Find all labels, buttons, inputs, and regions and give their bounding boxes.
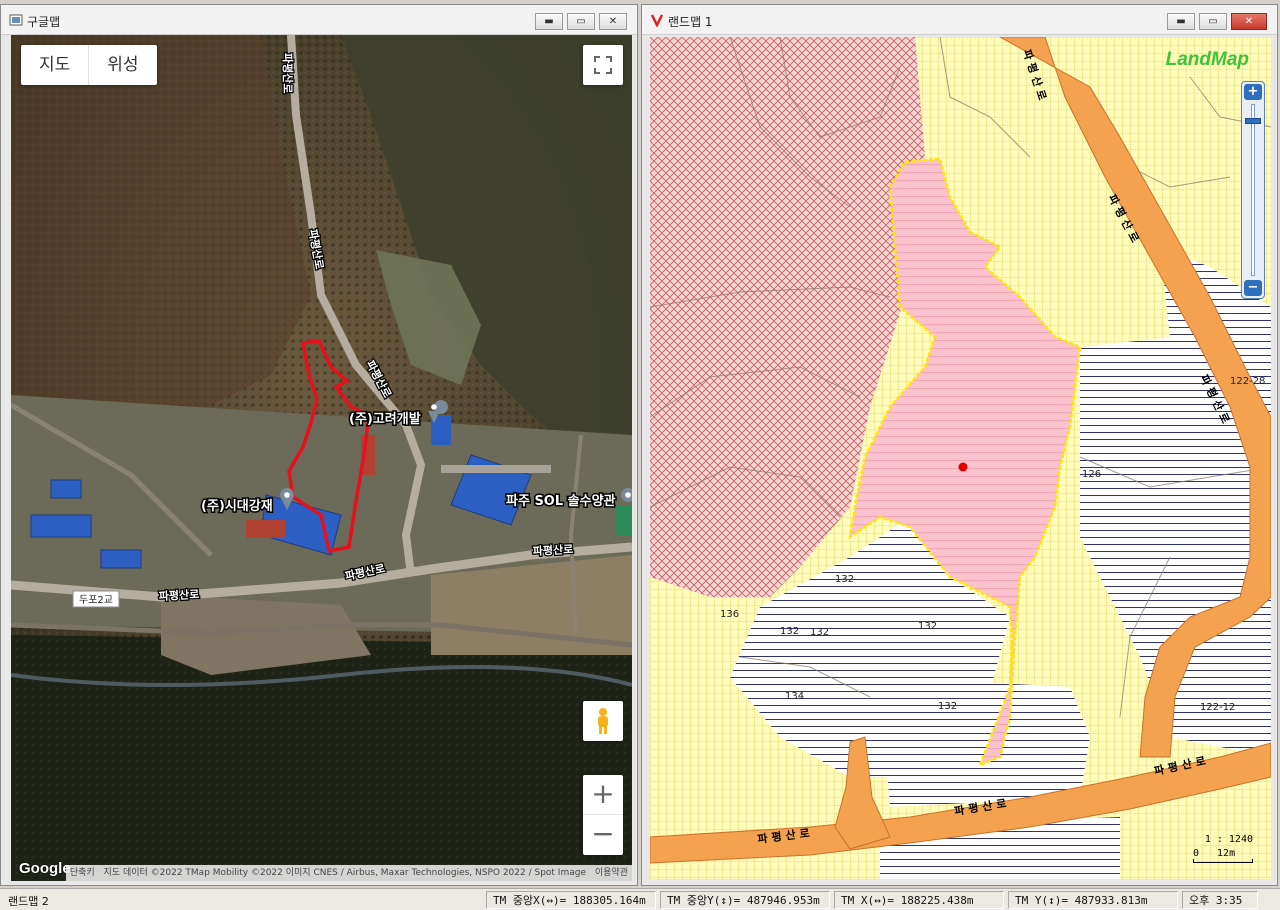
minimize-button[interactable]: ▬ (1167, 13, 1195, 30)
zoom-track[interactable] (1251, 104, 1255, 276)
attribution-shortcuts-link[interactable]: 단축키 (70, 868, 95, 878)
parcel-number: 132 (780, 626, 799, 637)
close-button[interactable]: ✕ (599, 13, 627, 30)
window-title: 랜드맵 1 (668, 15, 713, 29)
status-tm-y: TM Y(↕)= 487933.813m (1008, 891, 1178, 909)
close-button[interactable]: ✕ (1231, 13, 1267, 30)
parcel-number: 122-12 (1200, 702, 1235, 713)
landmap-app-icon (650, 14, 664, 27)
road-label-pyeongsan-west: 파평산로 (158, 587, 199, 603)
satellite-imagery: 파평산로 파평산로 파평산로 파평산로 파평산로 파평산로 (주)고려개발 (주… (11, 35, 632, 881)
status-tm-center-y: TM 중앙Y(↕)= 487946.953m (660, 891, 830, 909)
landmap-zoom-slider[interactable]: + − (1241, 81, 1265, 299)
window-title: 구글맵 (27, 15, 61, 29)
bridge-label: 두포2교 (79, 595, 113, 606)
status-clock: 오후 3:35 (1182, 891, 1258, 909)
attribution-text: 지도 데이터 ©2022 TMap Mobility ©2022 이미지 CNE… (103, 868, 586, 878)
selected-location-marker[interactable] (958, 462, 968, 472)
place-label-goryeo[interactable]: (주)고려개발 (348, 410, 423, 429)
scale-length: 12m (1217, 848, 1236, 859)
parcel-number: 132 (938, 701, 957, 712)
parcel-number: 122-28 (1230, 376, 1265, 387)
window-app-icon (9, 14, 23, 26)
parcel-number: 126 (1082, 469, 1101, 480)
map-type-control: 지도 위성 (21, 45, 157, 85)
status-tm-center-x: TM 중앙X(↔)= 188305.164m (486, 891, 656, 909)
google-window-titlebar[interactable]: 구글맵 ▬ ▭ ✕ (1, 5, 637, 35)
landmap-window: 랜드맵 1 ▬ ▭ ✕ 파평산로 파평산로 파평산로 파평산로 파평산로 파평산… (641, 4, 1278, 886)
parcel-number: 132 (835, 574, 854, 585)
zoom-out-button[interactable]: − (583, 815, 623, 855)
status-tm-x: TM X(↔)= 188225.438m (834, 891, 1004, 909)
scale-bar (1193, 859, 1253, 863)
status-app-name: 랜드맵 2 (8, 895, 49, 908)
place-label-sol[interactable]: 파주 SOL 솔수양관 (505, 492, 618, 511)
scale-ratio: 1 : 1240 (1204, 834, 1253, 845)
minimize-button[interactable]: ▬ (535, 13, 563, 30)
maximize-button[interactable]: ▭ (567, 13, 595, 30)
landmap-window-titlebar[interactable]: 랜드맵 1 ▬ ▭ ✕ (642, 5, 1277, 35)
google-logo: Google (19, 860, 71, 877)
fullscreen-button[interactable] (583, 45, 623, 85)
cadastral-map[interactable]: 파평산로 파평산로 파평산로 파평산로 파평산로 파평산로 122-28 126… (650, 37, 1271, 879)
parcel-number: 136 (720, 609, 739, 620)
attribution-bar: 단축키 지도 데이터 ©2022 TMap Mobility ©2022 이미지… (65, 865, 632, 881)
zoom-in-button[interactable]: + (1244, 84, 1262, 100)
status-bar: 랜드맵 2 TM 중앙X(↔)= 188305.164m TM 중앙Y(↕)= … (0, 888, 1280, 910)
parcel-number: 132 (918, 621, 937, 632)
fullscreen-icon (594, 56, 612, 74)
terms-link[interactable]: 이용약관 (595, 868, 628, 878)
street-view-pegman-button[interactable] (583, 701, 623, 741)
cadastral-layers: 파평산로 파평산로 파평산로 파평산로 파평산로 파평산로 122-28 126… (650, 37, 1271, 879)
landmap-logo: LandMap (1165, 49, 1249, 70)
road-label-pyeongsan-north: 파평산로 (281, 53, 295, 93)
scale-zero: 0 (1193, 848, 1200, 859)
zoom-out-button[interactable]: − (1244, 280, 1262, 296)
google-map-window: 구글맵 ▬ ▭ ✕ 파평산로 파평산로 파평산로 파평산로 파평산로 파평산로 … (0, 4, 638, 886)
zoom-control: + − (583, 775, 623, 855)
map-type-map-button[interactable]: 지도 (21, 45, 88, 85)
parcel-number: 132 (810, 627, 829, 638)
parcel-number: 134 (785, 691, 804, 702)
place-label-sidae[interactable]: (주)시대강재 (200, 497, 275, 516)
maximize-button[interactable]: ▭ (1199, 13, 1227, 30)
road-label-pyeongsan-east: 파평산로 (532, 542, 573, 558)
map-scale: 1 : 1240 0 12m (1193, 834, 1253, 863)
pegman-icon (598, 708, 608, 734)
satellite-map[interactable]: 파평산로 파평산로 파평산로 파평산로 파평산로 파평산로 (주)고려개발 (주… (11, 35, 632, 881)
zoom-knob[interactable] (1245, 118, 1261, 124)
zoom-in-button[interactable]: + (583, 775, 623, 815)
map-type-satellite-button[interactable]: 위성 (88, 45, 156, 85)
